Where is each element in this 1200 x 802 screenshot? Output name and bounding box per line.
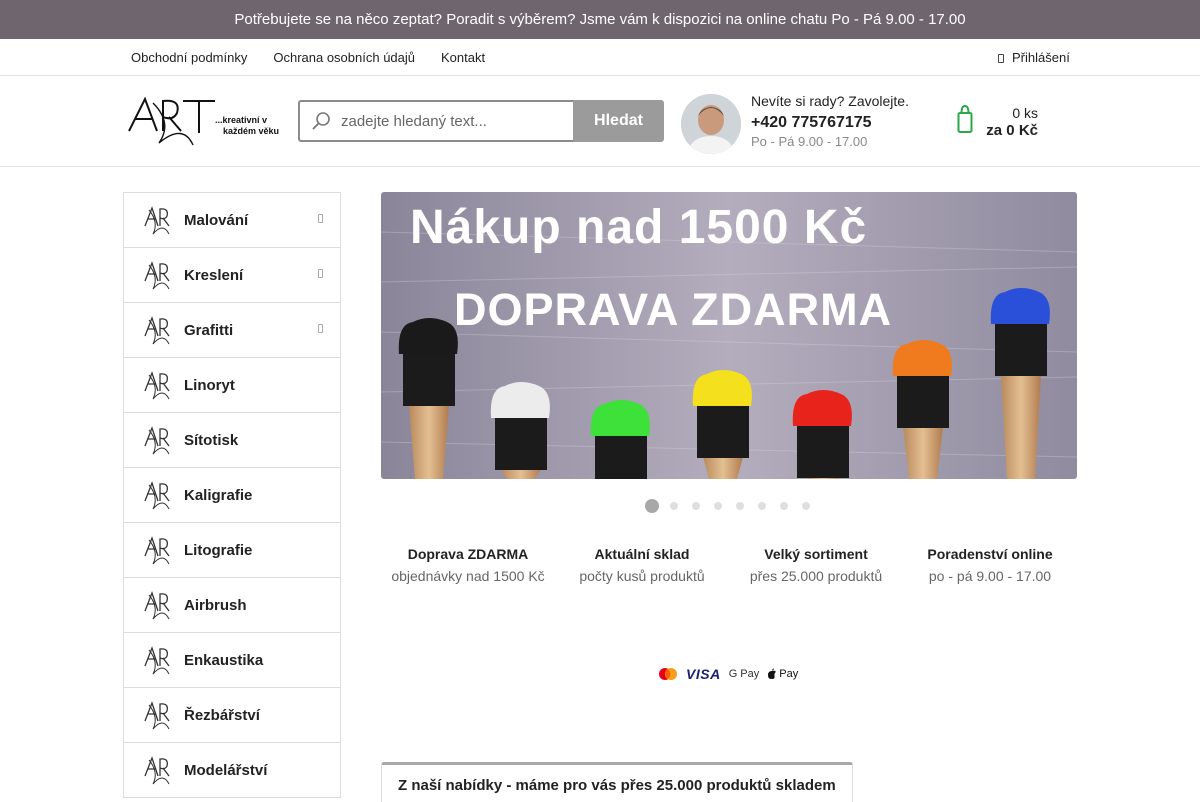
chevron-right-icon bbox=[318, 269, 323, 278]
contact-hours: Po - Pá 9.00 - 17.00 bbox=[751, 134, 868, 149]
sidebar-item-airbrush[interactable]: Airbrush bbox=[124, 578, 340, 633]
sidebar-item-label: Řezbářství bbox=[184, 706, 260, 724]
sidebar-item-label: Litografie bbox=[184, 541, 253, 559]
banner-headline: Nákup nad 1500 Kč bbox=[410, 201, 868, 254]
category-logo-icon bbox=[144, 371, 170, 400]
slider-dot[interactable] bbox=[802, 502, 810, 510]
category-logo-icon bbox=[144, 481, 170, 510]
google-pay-icon: G Pay bbox=[728, 668, 760, 680]
chevron-right-icon bbox=[318, 214, 323, 223]
promo-banner[interactable]: Nákup nad 1500 Kč DOPRAVA ZDARMA bbox=[381, 192, 1077, 479]
slider-dots bbox=[645, 499, 824, 513]
slider-dot[interactable] bbox=[780, 502, 788, 510]
payment-methods: VISA G Pay Pay bbox=[658, 666, 798, 682]
benefit-subtitle: po - pá 9.00 - 17.00 bbox=[928, 568, 1052, 584]
sidebar-item-grafitti[interactable]: Grafitti bbox=[124, 303, 340, 358]
paintbrush bbox=[792, 390, 852, 479]
category-sidebar: Malování Kreslení Grafitti Linoryt Sítotisk K… bbox=[123, 192, 341, 798]
mastercard-icon bbox=[659, 668, 677, 680]
logo-tagline-2: každém věku bbox=[223, 126, 279, 136]
contact-phone[interactable]: +420 775767175 bbox=[751, 114, 909, 132]
slider-dot[interactable] bbox=[714, 502, 722, 510]
sidebar-item-label: Enkaustika bbox=[184, 651, 264, 669]
benefit-subtitle: objednávky nad 1500 Kč bbox=[391, 568, 545, 584]
slider-dot[interactable] bbox=[736, 502, 744, 510]
category-logo-icon bbox=[144, 206, 170, 235]
logo-tagline-1: ...kreativní v bbox=[215, 115, 267, 125]
sidebar-item-label: Airbrush bbox=[184, 596, 247, 614]
banner-subheadline: DOPRAVA ZDARMA bbox=[454, 284, 893, 335]
shopping-bag-icon[interactable] bbox=[957, 104, 973, 134]
slider-dot[interactable] bbox=[670, 502, 678, 510]
sidebar-item-modelarstvi[interactable]: Modelářství bbox=[124, 743, 340, 798]
advisor-avatar bbox=[681, 94, 741, 154]
benefit-item: Aktuální sklad počty kusů produktů bbox=[555, 546, 729, 584]
sidebar-item-kresleni[interactable]: Kreslení bbox=[124, 248, 340, 303]
benefit-item: Poradenství online po - pá 9.00 - 17.00 bbox=[903, 546, 1077, 584]
benefit-item: Doprava ZDARMA objednávky nad 1500 Kč bbox=[381, 546, 555, 584]
announcement-bar: Potřebujete se na něco zeptat? Poradit s… bbox=[0, 0, 1200, 39]
link-contact[interactable]: Kontakt bbox=[441, 50, 485, 65]
benefit-subtitle: přes 25.000 produktů bbox=[749, 568, 883, 584]
category-logo-icon bbox=[144, 591, 170, 620]
benefit-title: Doprava ZDARMA bbox=[407, 546, 529, 562]
cart-total[interactable]: za 0 Kč bbox=[986, 122, 1038, 139]
tab-our-offer[interactable]: Z naší nabídky - máme pro vás přes 25.00… bbox=[381, 762, 853, 802]
sidebar-item-kaligrafie[interactable]: Kaligrafie bbox=[124, 468, 340, 523]
visa-icon: VISA bbox=[686, 666, 721, 682]
sidebar-item-sitotisk[interactable]: Sítotisk bbox=[124, 413, 340, 468]
contact-question: Nevíte si rady? Zavolejte. bbox=[751, 93, 909, 109]
contact-info: Nevíte si rady? Zavolejte. +420 77576717… bbox=[751, 93, 909, 149]
sidebar-item-linoryt[interactable]: Linoryt bbox=[124, 358, 340, 413]
slider-dot[interactable] bbox=[645, 499, 659, 513]
sidebar-item-label: Linoryt bbox=[184, 376, 235, 394]
top-navigation: Obchodní podmínky Ochrana osobních údajů… bbox=[0, 39, 1200, 76]
search-input[interactable] bbox=[341, 112, 561, 130]
search-field bbox=[298, 100, 573, 142]
sidebar-item-enkaustika[interactable]: Enkaustika bbox=[124, 633, 340, 688]
login-label: Přihlášení bbox=[1012, 49, 1070, 65]
paintbrush bbox=[590, 400, 650, 479]
user-icon bbox=[998, 53, 1004, 63]
category-logo-icon bbox=[144, 701, 170, 730]
benefit-subtitle: počty kusů produktů bbox=[579, 568, 705, 584]
benefit-title: Velký sortiment bbox=[764, 546, 868, 562]
sidebar-item-label: Kreslení bbox=[184, 266, 244, 284]
sidebar-item-label: Sítotisk bbox=[184, 431, 239, 449]
chevron-right-icon bbox=[318, 324, 323, 333]
paintbrush bbox=[490, 382, 550, 479]
category-logo-icon bbox=[144, 536, 170, 565]
link-privacy[interactable]: Ochrana osobních údajů bbox=[273, 50, 415, 65]
benefits-row: Doprava ZDARMA objednávky nad 1500 Kč Ak… bbox=[381, 546, 1077, 584]
logo[interactable]: ...kreativní v každém věku bbox=[123, 93, 283, 149]
benefit-title: Poradenství online bbox=[927, 546, 1053, 562]
category-logo-icon bbox=[144, 261, 170, 290]
search-icon bbox=[312, 112, 330, 130]
top-links: Obchodní podmínky Ochrana osobních údajů… bbox=[131, 39, 511, 75]
sidebar-item-rezbarstvi[interactable]: Řezbářství bbox=[124, 688, 340, 743]
sidebar-item-malovani[interactable]: Malování bbox=[124, 193, 340, 248]
category-logo-icon bbox=[144, 316, 170, 345]
category-logo-icon bbox=[144, 646, 170, 675]
apple-pay-label: Pay bbox=[779, 668, 799, 680]
sidebar-item-label: Malování bbox=[184, 211, 249, 229]
search-button[interactable]: Hledat bbox=[573, 100, 664, 142]
apple-pay-icon: Pay bbox=[767, 668, 798, 680]
sidebar-item-label: Modelářství bbox=[184, 761, 268, 779]
slider-dot[interactable] bbox=[758, 502, 766, 510]
announcement-text: Potřebujete se na něco zeptat? Poradit s… bbox=[234, 11, 966, 28]
cart-count[interactable]: 0 ks bbox=[1012, 105, 1038, 121]
slider-dot[interactable] bbox=[692, 502, 700, 510]
benefit-title: Aktuální sklad bbox=[594, 546, 690, 562]
sidebar-item-label: Grafitti bbox=[184, 321, 234, 339]
search-form: Hledat bbox=[298, 100, 664, 142]
category-logo-icon bbox=[144, 426, 170, 455]
benefit-item: Velký sortiment přes 25.000 produktů bbox=[729, 546, 903, 584]
category-logo-icon bbox=[144, 756, 170, 785]
sidebar-item-label: Kaligrafie bbox=[184, 486, 253, 504]
link-terms[interactable]: Obchodní podmínky bbox=[131, 50, 247, 65]
login-link[interactable]: Přihlášení bbox=[998, 39, 1070, 75]
sidebar-item-litografie[interactable]: Litografie bbox=[124, 523, 340, 578]
